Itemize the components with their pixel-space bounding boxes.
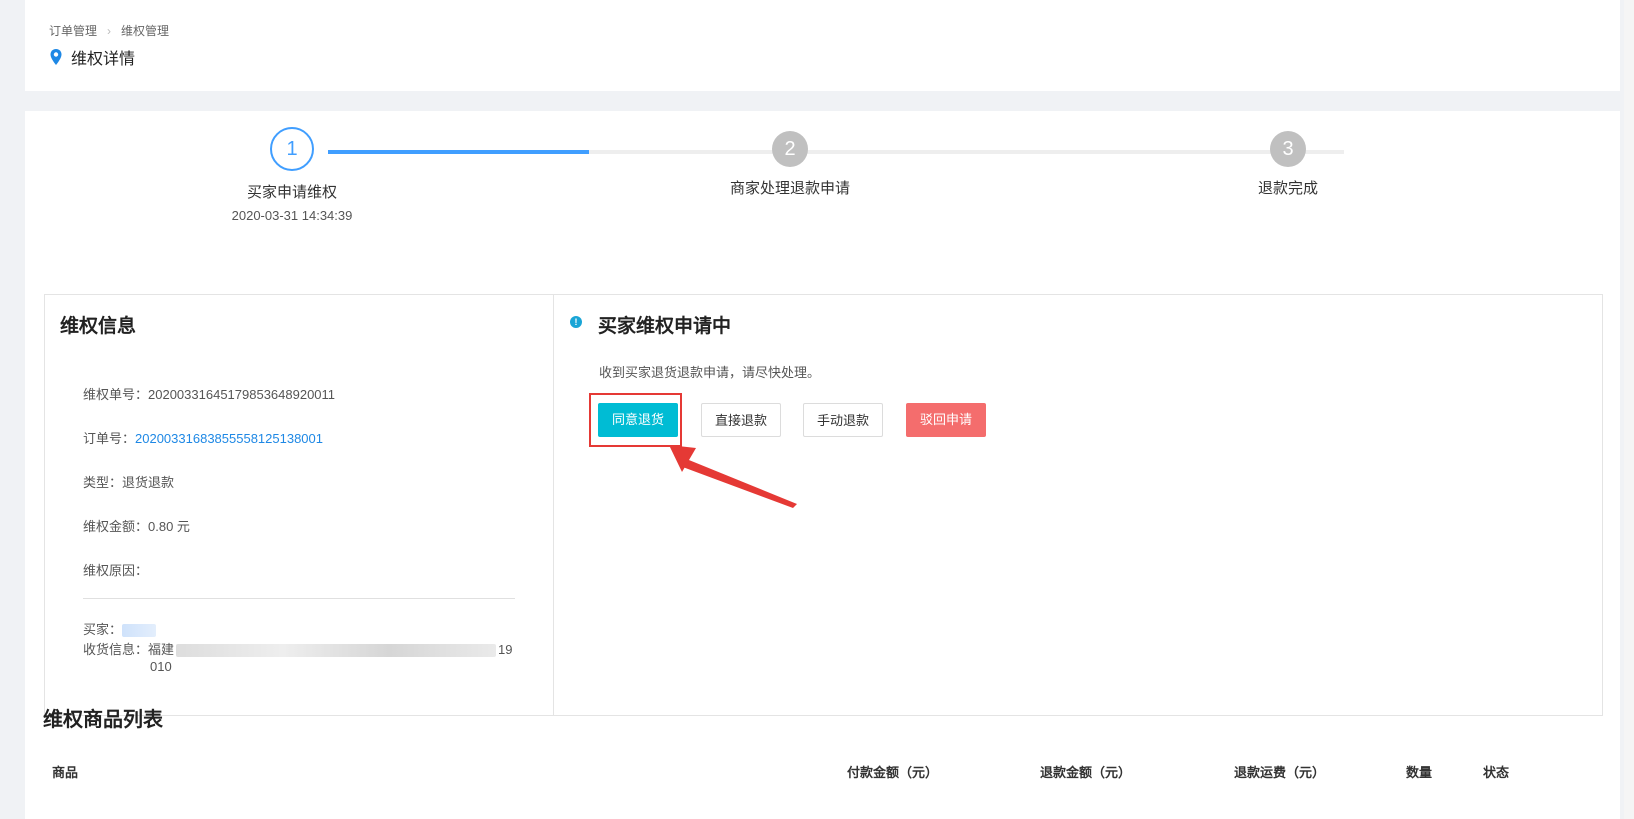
step-1-title: 买家申请维权 (246, 184, 337, 201)
amount-value: 0.80 元 (148, 519, 190, 534)
step-3-title: 退款完成 (1257, 180, 1318, 197)
col-paid-amount: 付款金额（元） (847, 765, 939, 780)
left-gutter (0, 0, 7, 819)
status-hint: 收到买家退货退款申请，请尽快处理。 (599, 365, 821, 380)
breadcrumb: 订单管理 › 维权管理 (49, 22, 169, 39)
buyer-row: 买家： (83, 619, 157, 638)
address-end: 19 (498, 642, 513, 657)
col-refund-amount: 退款金额（元） (1040, 765, 1132, 780)
type-value: 退货退款 (122, 475, 175, 490)
order-no-link[interactable]: 20200331683855558125138001 (135, 431, 323, 446)
col-product: 商品 (52, 765, 79, 780)
step-1-circle: 1 (270, 127, 314, 171)
rights-no-value: 20200331645179853648920011 (148, 387, 336, 402)
col-status: 状态 (1483, 765, 1510, 780)
address-start: 福建 (148, 642, 175, 657)
page-title: 维权详情 (49, 45, 135, 69)
step-2-title: 商家处理退款申请 (729, 180, 850, 197)
col-refund-shipping: 退款运费（元） (1234, 765, 1326, 780)
main-card: 1 买家申请维权 2020-03-31 14:34:39 2 商家处理退款申请 … (25, 111, 1620, 819)
rights-info-box: 维权信息 维权单号：20200331645179853648920011 订单号… (44, 294, 1603, 716)
step-line-completed (328, 150, 589, 154)
status-title: 买家维权申请中 (598, 316, 732, 337)
step-3: 3 退款完成 (1228, 127, 1348, 198)
progress-steps: 1 买家申请维权 2020-03-31 14:34:39 2 商家处理退款申请 … (25, 111, 1620, 231)
direct-refund-button[interactable]: 直接退款 (701, 403, 781, 437)
buyer-name-redacted (122, 624, 157, 638)
step-2: 2 商家处理退款申请 (715, 127, 865, 198)
location-pin-icon (50, 49, 62, 65)
rights-info-panel: 维权信息 维权单号：20200331645179853648920011 订单号… (45, 295, 554, 715)
address-line2: 010 (150, 659, 172, 674)
annotation-arrow-icon (669, 445, 797, 508)
manual-refund-button[interactable]: 手动退款 (803, 403, 883, 437)
reject-button[interactable]: 驳回申请 (906, 403, 986, 437)
step-3-circle: 3 (1270, 131, 1306, 167)
step-1-time: 2020-03-31 14:34:39 (231, 208, 353, 223)
product-table-header: 商品 付款金额（元） 退款金额（元） 退款运费（元） 数量 状态 (25, 762, 1620, 782)
reason-row: 维权原因： (83, 563, 149, 578)
product-list-title: 维权商品列表 (43, 709, 163, 731)
agree-return-button[interactable]: 同意退货 (598, 403, 678, 437)
address-row: 收货信息：福建 19 (83, 642, 513, 658)
type-row: 类型：退货退款 (83, 475, 175, 490)
breadcrumb-item-orders[interactable]: 订单管理 (49, 22, 97, 39)
address-redacted (176, 644, 497, 658)
header-card: 订单管理 › 维权管理 维权详情 (25, 0, 1620, 91)
rights-no-row: 维权单号：20200331645179853648920011 (83, 387, 336, 402)
step-1: 1 买家申请维权 2020-03-31 14:34:39 (222, 127, 362, 223)
rights-info-title: 维权信息 (60, 316, 137, 337)
col-quantity: 数量 (1406, 765, 1433, 780)
order-no-row: 订单号：20200331683855558125138001 (83, 431, 323, 446)
amount-row: 维权金额：0.80 元 (83, 519, 190, 534)
info-icon: ! (570, 316, 582, 328)
right-scroll-gutter (1624, 0, 1634, 819)
step-2-circle: 2 (772, 131, 808, 167)
breadcrumb-separator: › (107, 23, 112, 38)
info-divider (83, 598, 515, 599)
page-title-text: 维权详情 (71, 51, 136, 68)
breadcrumb-item-rights[interactable]: 维权管理 (121, 22, 169, 39)
status-panel: ! 买家维权申请中 收到买家退货退款申请，请尽快处理。 同意退货 直接退款 手动… (554, 295, 1602, 715)
